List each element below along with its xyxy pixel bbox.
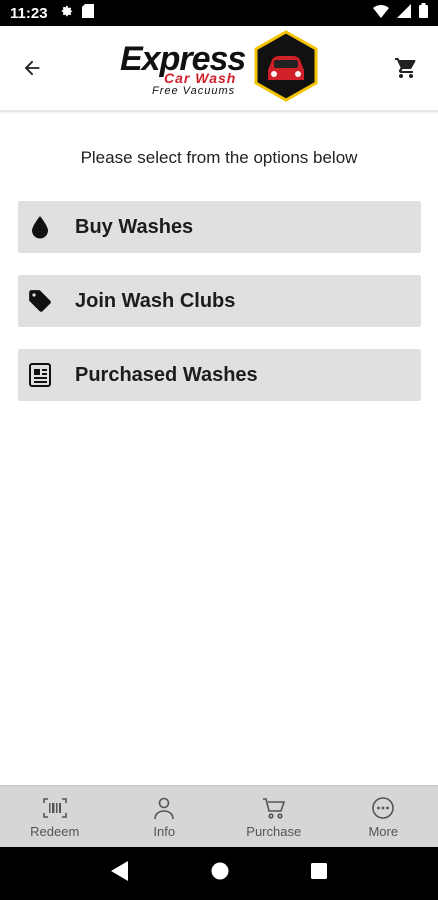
nav-item-purchase[interactable]: Purchase [219,786,329,847]
nav-item-redeem[interactable]: Redeem [0,786,110,847]
status-time: 11:23 [10,4,48,22]
sd-card-icon [81,3,94,23]
purchased-washes-button[interactable]: Purchased Washes [18,349,421,401]
purchased-washes-label: Purchased Washes [75,363,258,386]
app-header: Express Car Wash Free Vacuums [0,26,438,112]
page-instructions: Please select from the options below [80,148,358,167]
buy-washes-label: Buy Washes [75,215,194,238]
cart-button[interactable] [392,56,420,84]
signal-icon [397,3,411,23]
buy-washes-button[interactable]: Buy Washes [18,201,421,253]
nav-label-purchase: Purchase [246,823,302,839]
logo-text-car-wash: Car Wash [164,70,237,86]
car-badge-icon [254,30,318,107]
tag-icon [20,275,60,327]
more-circle-icon [371,795,395,821]
logo-text-free-vacuums: Free Vacuums [152,85,236,97]
back-button[interactable] [18,56,46,84]
system-nav-bar [0,847,438,900]
wifi-icon [373,4,389,23]
system-recents-button[interactable] [311,863,327,884]
arrow-left-icon [21,57,43,84]
bottom-nav: Redeem Info Purchase More [0,785,438,847]
system-home-button[interactable] [211,862,229,885]
battery-icon [419,3,428,23]
status-bar: 11:23 [0,0,438,26]
nav-item-more[interactable]: More [329,786,438,847]
join-wash-clubs-button[interactable]: Join Wash Clubs [18,275,421,327]
gear-icon [60,4,74,23]
system-back-button[interactable] [111,861,129,886]
cart-icon [262,795,286,821]
express-car-wash-logo: Express Car Wash Free Vacuums [120,30,320,108]
receipt-icon [20,349,60,401]
join-wash-clubs-label: Join Wash Clubs [75,289,236,312]
nav-item-info[interactable]: Info [110,786,220,847]
person-icon [152,795,176,821]
cart-icon [394,56,418,85]
nav-label-info: Info [153,823,176,839]
nav-label-more: More [368,823,399,839]
nav-label-redeem: Redeem [30,823,80,839]
water-drop-icon [20,201,60,253]
barcode-scan-icon [42,795,67,821]
